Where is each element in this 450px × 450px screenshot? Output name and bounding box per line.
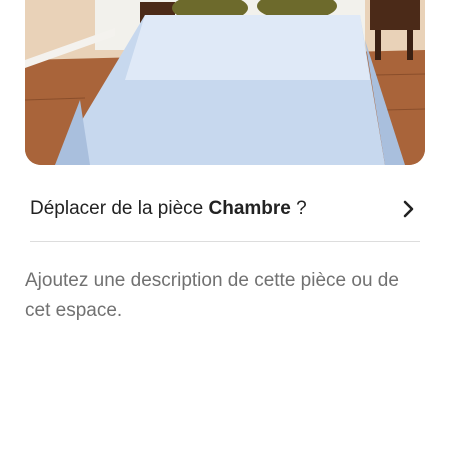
move-room-row[interactable]: Déplacer de la pièce Chambre ? xyxy=(30,192,420,226)
chevron-right-icon xyxy=(398,198,420,220)
move-room-label: Déplacer de la pièce Chambre ? xyxy=(30,198,307,220)
room-photo[interactable] xyxy=(25,0,425,165)
description-field[interactable]: Ajoutez une description de cette pièce o… xyxy=(25,266,425,326)
move-room-suffix: ? xyxy=(290,198,307,219)
move-room-prefix: Déplacer de la pièce xyxy=(30,198,209,219)
room-name: Chambre xyxy=(208,198,291,219)
bedroom-photo-image xyxy=(25,0,425,165)
divider xyxy=(30,241,420,242)
